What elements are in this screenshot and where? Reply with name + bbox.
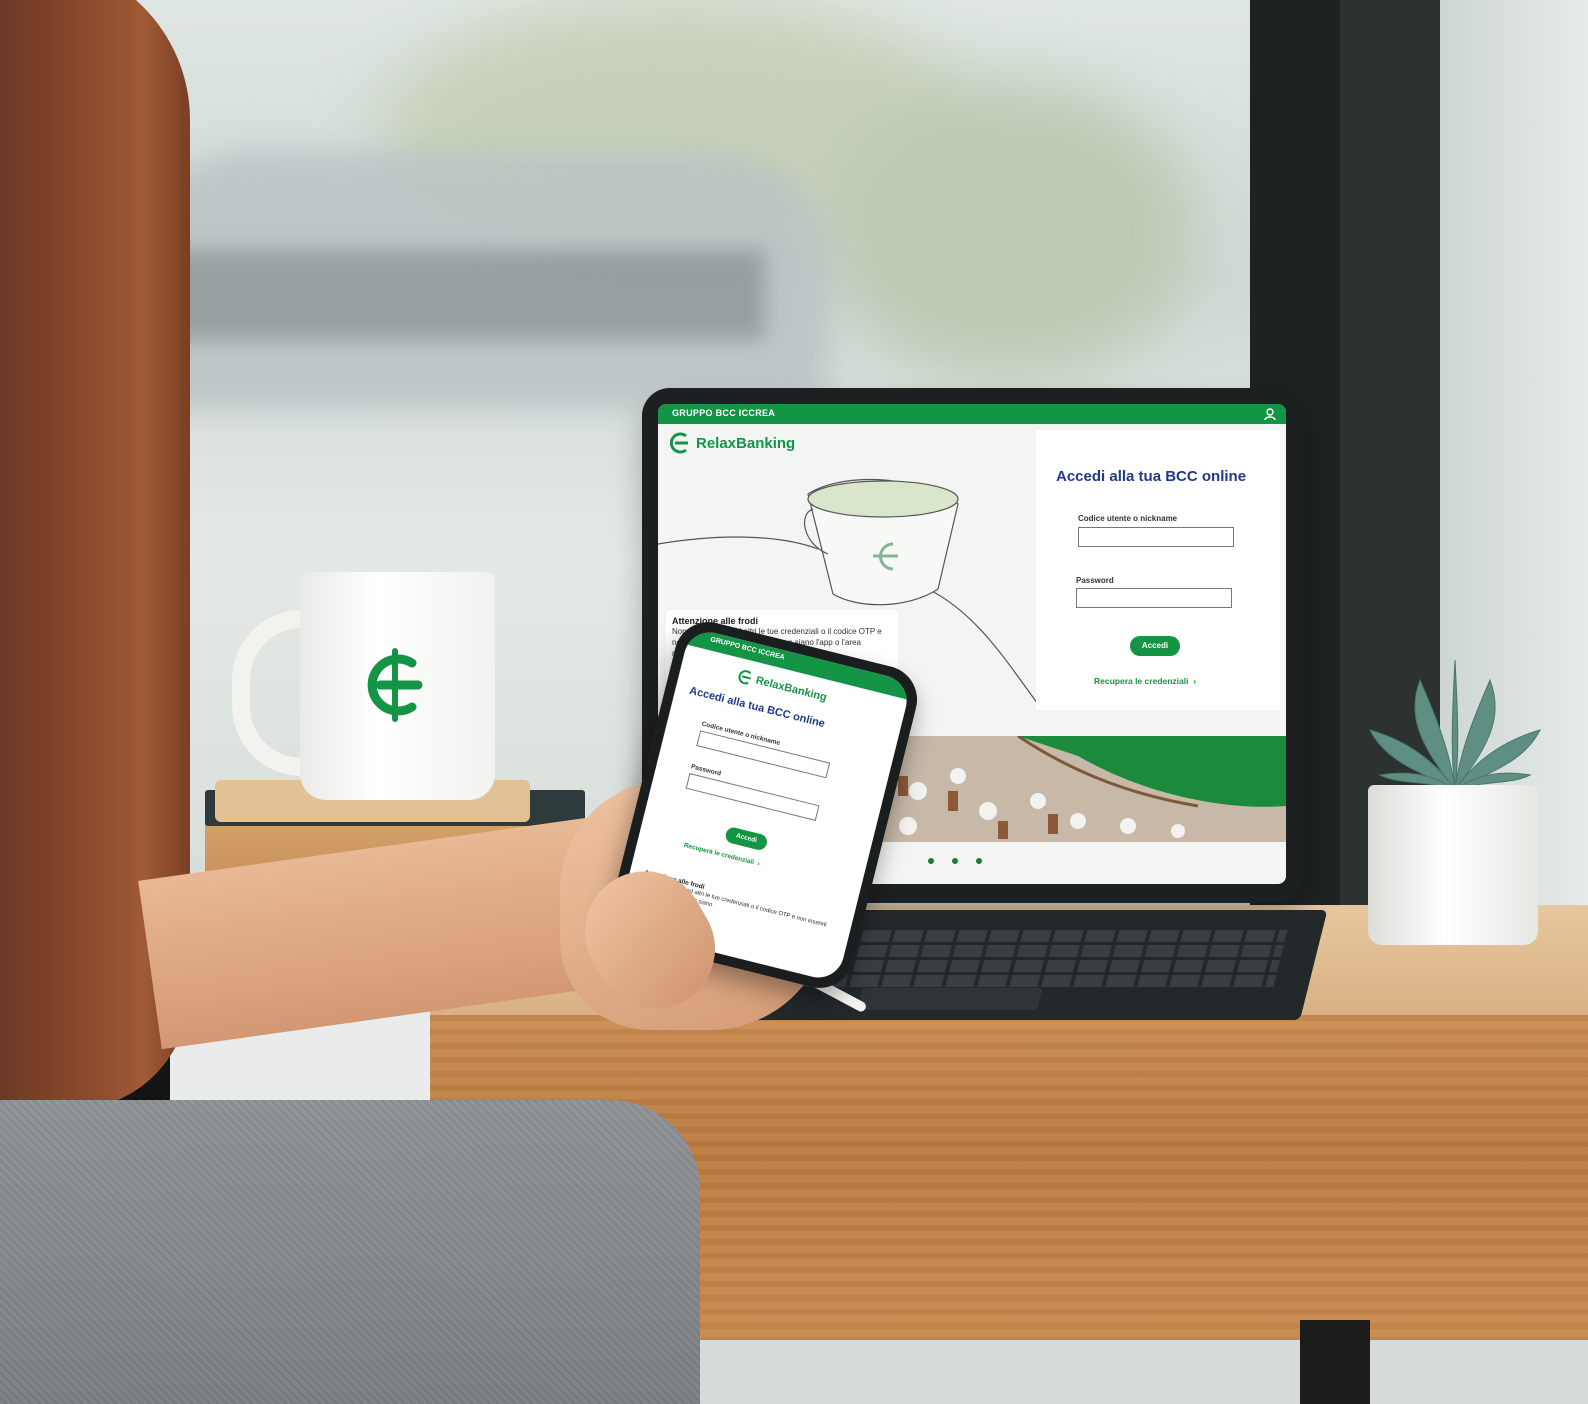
bcc-logo-icon	[738, 670, 752, 685]
brand-logo[interactable]: RelaxBanking	[670, 432, 795, 454]
photo-scene: GRUPPO BCC ICCREA RelaxBanking Attenzion…	[0, 0, 1588, 1404]
blurred-palm	[820, 80, 1200, 380]
password-field[interactable]	[1076, 588, 1232, 608]
chair-fabric	[0, 1100, 700, 1404]
table-leg	[1300, 1320, 1370, 1404]
carousel-dot[interactable]	[976, 858, 982, 864]
carousel-dot[interactable]	[928, 858, 934, 864]
login-panel: Accedi alla tua BCC online Codice utente…	[1036, 430, 1280, 710]
topbar-label: GRUPPO BCC ICCREA	[672, 408, 776, 418]
chevron-right-icon: ›	[754, 859, 761, 868]
bcc-logo-icon	[670, 432, 688, 454]
phone-login-button[interactable]: Accedi	[724, 825, 769, 852]
brand-label: RelaxBanking	[696, 434, 796, 452]
bcc-logo-icon	[367, 648, 423, 722]
carousel-dot[interactable]	[952, 858, 958, 864]
recover-credentials-link[interactable]: Recupera le credenziali ›	[1094, 676, 1196, 686]
carousel-dots	[928, 858, 982, 864]
login-button[interactable]: Accedi	[1130, 636, 1180, 656]
phone-brand-label: RelaxBanking	[754, 674, 829, 704]
trackpad	[857, 988, 1043, 1010]
username-label: Codice utente o nickname	[1078, 514, 1178, 523]
blurred-car-window	[165, 250, 765, 340]
plant-pot	[1368, 785, 1538, 945]
phone-topbar-label: GRUPPO BCC ICCREA	[709, 636, 786, 662]
tablet-topbar: GRUPPO BCC ICCREA	[658, 404, 1286, 424]
phone-password-field[interactable]	[685, 773, 820, 821]
user-icon[interactable]	[1264, 408, 1276, 420]
succulent-plant	[1369, 660, 1541, 792]
password-label: Password	[1076, 576, 1114, 585]
chevron-right-icon: ›	[1190, 676, 1197, 686]
username-field[interactable]	[1078, 527, 1234, 547]
recover-label: Recupera le credenziali	[1094, 676, 1189, 686]
login-title: Accedi alla tua BCC online	[1056, 468, 1247, 485]
